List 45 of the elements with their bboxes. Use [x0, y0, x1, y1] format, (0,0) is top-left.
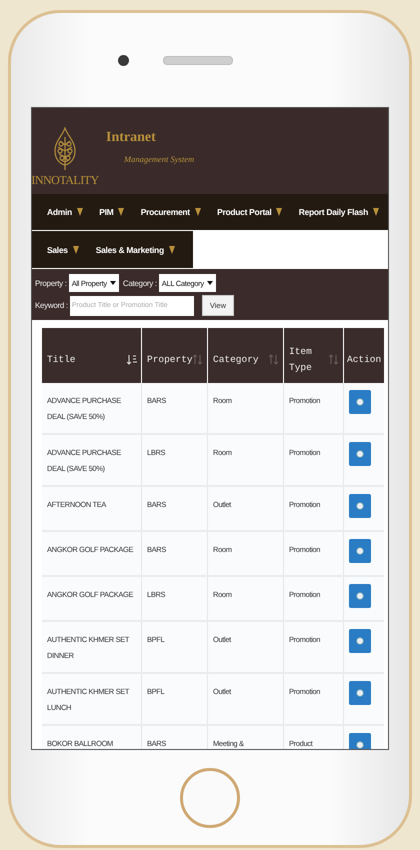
view-button[interactable] [349, 629, 371, 653]
column-header: Action [346, 352, 382, 366]
circle-icon [356, 547, 364, 555]
circle-icon [356, 450, 364, 458]
caret-icon [276, 208, 282, 216]
speaker-grille [162, 56, 232, 64]
app-subtitle: Management System [124, 154, 194, 164]
menu-item[interactable]: Sales [42, 244, 91, 254]
menu-item[interactable]: PIM [94, 207, 130, 217]
view-button[interactable] [349, 539, 371, 563]
camera-icon [118, 54, 128, 66]
category-label: Category : [122, 278, 157, 288]
logo-text: INNOTALITY [32, 173, 99, 188]
view-button[interactable] [349, 681, 371, 705]
leaf-tree-icon [52, 127, 78, 171]
circle-icon [356, 741, 364, 749]
caret-icon [194, 208, 201, 216]
caret-icon [110, 281, 116, 285]
view-button[interactable] [349, 584, 371, 608]
view-button[interactable] [349, 494, 371, 518]
caret-icon [72, 246, 79, 254]
view-button[interactable] [349, 390, 371, 414]
caret-icon [168, 246, 175, 254]
circle-icon [356, 689, 364, 697]
menu-item[interactable]: Procurement [136, 207, 206, 217]
app-title: Intranet [106, 130, 157, 146]
circle-icon [356, 592, 364, 600]
view-button[interactable] [349, 442, 371, 466]
caret-icon [372, 208, 379, 216]
sort-icon [193, 354, 203, 365]
property-label: Property : [35, 278, 67, 288]
menu-item[interactable]: Admin [42, 207, 88, 217]
circle-icon [356, 398, 364, 406]
caret-icon [206, 281, 213, 285]
circle-icon [356, 637, 364, 645]
sort-icon [269, 354, 279, 365]
caret-icon [76, 208, 83, 216]
sort-ascending-icon [127, 354, 137, 365]
sort-icon [329, 354, 339, 365]
circle-icon [356, 502, 364, 510]
menu-item[interactable]: Product Portal [212, 207, 288, 217]
caret-icon [118, 208, 124, 216]
menu-item[interactable]: Report Daily Flash [294, 207, 384, 217]
menu-item[interactable]: Sales & Marketing [90, 244, 187, 254]
keyword-label: Keyword : [35, 301, 68, 310]
